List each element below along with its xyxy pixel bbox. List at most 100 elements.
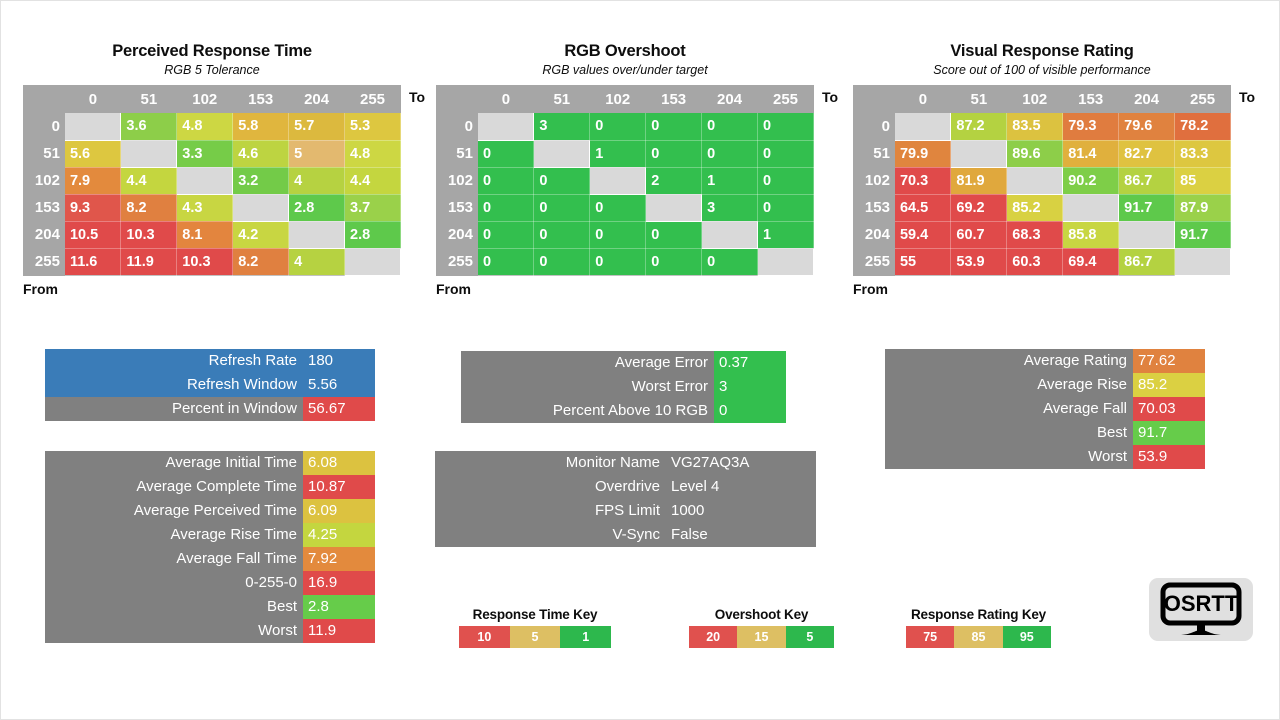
summary-row-value: 70.03	[1133, 397, 1205, 421]
heatmap-cell: 5.6	[64, 140, 122, 168]
heatmap-cell: 5	[288, 140, 346, 168]
heatmap-row-header: 153	[436, 194, 478, 221]
heatmap-row: 51 5.6 3.3 4.6 5 4.8	[23, 140, 401, 168]
heatmap-row: 102 7.9 4.4 3.2 4 4.4	[23, 167, 401, 195]
summary-row-label: Worst	[1088, 448, 1127, 465]
heatmap-col-header: 153	[232, 85, 289, 113]
heatmap-col-header: 102	[589, 85, 646, 113]
summary-row: Average Fall 70.03	[885, 397, 1205, 421]
heatmap-row-header: 255	[853, 248, 895, 275]
summary-row-label: Worst Error	[631, 378, 708, 395]
heatmap-cell: 83.5	[1006, 113, 1064, 141]
heatmap-cell: 3	[701, 194, 759, 222]
summary-row-value: 4.25	[303, 523, 375, 547]
heatmap-row-header: 102	[436, 167, 478, 194]
heatmap-row-header: 102	[23, 167, 65, 194]
to-axis-label: To	[1239, 89, 1256, 105]
summary-row-value: 7.92	[303, 547, 375, 571]
heatmap-row-header: 0	[436, 113, 478, 140]
heatmap-row: 255 11.6 11.9 10.3 8.2 4	[23, 248, 401, 276]
heatmap-cell-empty	[1062, 194, 1120, 222]
summary-row-label: 0-255-0	[245, 574, 297, 591]
summary-row-value: 0	[714, 399, 786, 423]
heatmap-cell-empty	[950, 140, 1008, 168]
heatmap-cell-empty	[589, 167, 647, 195]
heatmap-row-header: 255	[436, 248, 478, 275]
summary-row: Refresh Window 5.56	[45, 373, 375, 397]
heatmap-cell: 4.8	[344, 140, 401, 168]
heatmap-cell: 0	[701, 113, 759, 141]
summary-row-label: Best	[1096, 424, 1127, 441]
heatmap-row: 030000	[436, 113, 814, 141]
key-response-rating: Response Rating Key 75 85 95	[906, 607, 1051, 648]
heatmap-cell-empty	[533, 140, 591, 168]
summary-row: Percent Above 10 RGB 0	[461, 399, 786, 423]
heatmap-row-header: 51	[853, 140, 895, 167]
key-swatch: 75	[906, 626, 955, 648]
heatmap-col-header: 102	[1006, 85, 1063, 113]
summary-row-label: Percent Above 10 RGB	[552, 402, 708, 419]
heatmap-cell: 90.2	[1062, 167, 1120, 195]
heatmap-cell-empty	[1174, 248, 1231, 276]
summary-row-label: Percent in Window	[171, 400, 297, 417]
summary-row: 0-255-0 16.9	[45, 571, 375, 595]
summary-rating-box: Average Rating 77.62 Average Rise 85.2 Avera…	[885, 349, 1205, 469]
heatmap-header-row: 0 51 102 153 204 255	[23, 85, 401, 113]
heatmap-cell: 4.4	[120, 167, 178, 195]
heatmap-cell-empty	[344, 248, 401, 276]
summary-row-label: Refresh Rate	[208, 352, 297, 369]
heatmap-col-header: 153	[1062, 85, 1119, 113]
summary-row-label: Average Rise	[1037, 376, 1127, 393]
monitor-icon: OSRTT	[1160, 582, 1242, 635]
heatmap-row: 0 3.6 4.8 5.8 5.7 5.3	[23, 113, 401, 141]
heatmap-cell: 53.9	[950, 248, 1008, 276]
summary-row-label: Worst	[258, 622, 297, 639]
heatmap-cell: 0	[701, 248, 759, 276]
heatmap-cell: 89.6	[1006, 140, 1064, 168]
key-swatch-row: 10 5 1	[459, 626, 612, 648]
osrtt-logo: OSRTT	[1149, 578, 1253, 641]
heatmap-corner-cell	[436, 85, 478, 113]
heatmap-cell: 86.7	[1118, 248, 1176, 276]
heatmap-row: 204 0 0 0 0 1	[436, 221, 814, 249]
heatmap-col-header: 51	[120, 85, 177, 113]
summary-row: Average Complete Time 10.87	[45, 475, 375, 499]
heatmap-cell: 70.3	[894, 167, 952, 195]
summary-row-value: 91.7	[1133, 421, 1205, 445]
summary-row-value: 10.87	[303, 475, 375, 499]
summary-row: FPS Limit 1000	[435, 499, 816, 523]
heatmap-cell: 2.8	[288, 194, 346, 222]
panel-rgb-overshoot: RGB Overshoot RGB values over/under targ…	[436, 41, 838, 297]
summary-row: Average Rating 77.62	[885, 349, 1205, 373]
summary-row: Best 2.8	[45, 595, 375, 619]
heatmap-cell: 60.7	[950, 221, 1008, 249]
heatmap-cell: 0	[757, 113, 814, 141]
heatmap-cell-empty	[1118, 221, 1176, 249]
summary-times-box: Average Initial Time 6.08 Average Complete…	[45, 451, 375, 643]
summary-row: Average Initial Time 6.08	[45, 451, 375, 475]
heatmap-cell: 8.2	[120, 194, 178, 222]
heatmap-row: 102 70.3 81.9 90.2 86.7 85	[853, 167, 1231, 195]
heatmap-cell: 79.3	[1062, 113, 1120, 141]
summary-row-value: 56.67	[303, 397, 375, 421]
heatmap-cell: 0	[477, 248, 535, 276]
heatmap-table: 0 51 102 153 204 255 0 87.2 83.5 79.3 79.6 78.2 51 79…	[853, 85, 1231, 276]
summary-row-value: 5.56	[303, 373, 375, 397]
heatmap-header-row: 0 51 102 153 204 255	[853, 85, 1231, 113]
heatmap-col-header: 204	[288, 85, 345, 113]
heatmap-cell: 0	[589, 194, 647, 222]
summary-row-label: Overdrive	[594, 478, 660, 495]
heatmap-cell-empty	[176, 167, 234, 195]
to-axis-label: To	[822, 89, 839, 105]
summary-row-value: False	[666, 523, 816, 547]
heatmap-cell: 0	[477, 140, 535, 168]
heatmap-row: 51 0 1 0 0 0	[436, 140, 814, 168]
summary-row-label: Average Error	[614, 354, 708, 371]
report-page: Perceived Response Time RGB 5 Tolerance …	[0, 0, 1280, 720]
key-swatch: 10	[459, 626, 510, 648]
summary-row: Refresh Rate 180	[45, 349, 375, 373]
summary-row-label: Monitor Name	[565, 454, 660, 471]
matrix-wrapper: 0 51 102 153 204 255 0 87.2 83.5 79.3 79.6 78.2 51 79…	[853, 85, 1255, 276]
heatmap-cell: 85.2	[1006, 194, 1064, 222]
panel-subtitle: Score out of 100 of visible performance	[933, 63, 1151, 77]
